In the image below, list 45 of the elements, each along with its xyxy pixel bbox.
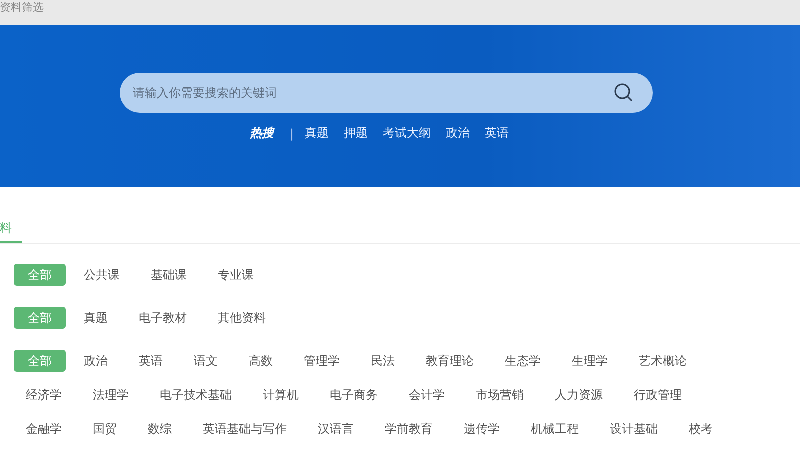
- filter-option[interactable]: 其他资料: [206, 307, 278, 329]
- hot-search-link[interactable]: 真题: [305, 125, 330, 142]
- window-title: 资料筛选: [0, 0, 44, 16]
- hot-search-link[interactable]: 押题: [344, 125, 368, 142]
- filter-option[interactable]: 电子教材: [127, 307, 199, 329]
- hot-search-link[interactable]: 英语: [485, 125, 510, 142]
- filter-option[interactable]: 汉语言: [306, 418, 366, 440]
- hot-search-link[interactable]: 政治: [446, 125, 470, 142]
- filter-option[interactable]: 管理学: [292, 350, 352, 372]
- filter-option[interactable]: 教育理论: [414, 350, 486, 372]
- filter-option[interactable]: 基础课: [139, 264, 199, 286]
- filter-option[interactable]: 校考: [677, 418, 725, 440]
- filter-option[interactable]: 金融学: [14, 418, 74, 440]
- filter-option[interactable]: 电子商务: [318, 384, 390, 406]
- filter-option[interactable]: 机械工程: [519, 418, 591, 440]
- filter-option[interactable]: 专业课: [206, 264, 266, 286]
- filter-option[interactable]: 市场营销: [464, 384, 536, 406]
- filter-option[interactable]: 艺术概论: [627, 350, 699, 372]
- filter-option[interactable]: 民法: [359, 350, 407, 372]
- search-field[interactable]: 请输入你需要搜索的关键词: [120, 73, 653, 113]
- filter-option[interactable]: 英语: [127, 350, 175, 372]
- filter-option[interactable]: 人力资源: [543, 384, 615, 406]
- filter-option[interactable]: 真题: [72, 307, 120, 329]
- separator: |: [290, 126, 294, 140]
- filter-option[interactable]: 英语基础与写作: [191, 418, 299, 440]
- search-icon[interactable]: [613, 82, 635, 104]
- filter-option[interactable]: 电子技术基础: [148, 384, 244, 406]
- filter-option[interactable]: 高数: [237, 350, 285, 372]
- hot-search-label: 热搜: [250, 125, 274, 142]
- filter-option[interactable]: 经济学: [14, 384, 74, 406]
- filter-option[interactable]: 公共课: [72, 264, 132, 286]
- filter-option[interactable]: 语文: [182, 350, 230, 372]
- hot-search-link[interactable]: 考试大纲: [383, 125, 432, 142]
- filter-option[interactable]: 学前教育: [373, 418, 445, 440]
- filter-option[interactable]: 遗传学: [452, 418, 512, 440]
- filter-option[interactable]: 政治: [72, 350, 120, 372]
- filter-option[interactable]: 生理学: [560, 350, 620, 372]
- filter-option[interactable]: 国贸: [81, 418, 129, 440]
- filter-option[interactable]: 生态学: [493, 350, 553, 372]
- filter-option[interactable]: 计算机: [251, 384, 311, 406]
- filter-option[interactable]: 会计学: [397, 384, 457, 406]
- filter-option[interactable]: 法理学: [81, 384, 141, 406]
- filter-option[interactable]: 数综: [136, 418, 184, 440]
- filter-option[interactable]: 设计基础: [598, 418, 670, 440]
- filter-option[interactable]: 行政管理: [622, 384, 694, 406]
